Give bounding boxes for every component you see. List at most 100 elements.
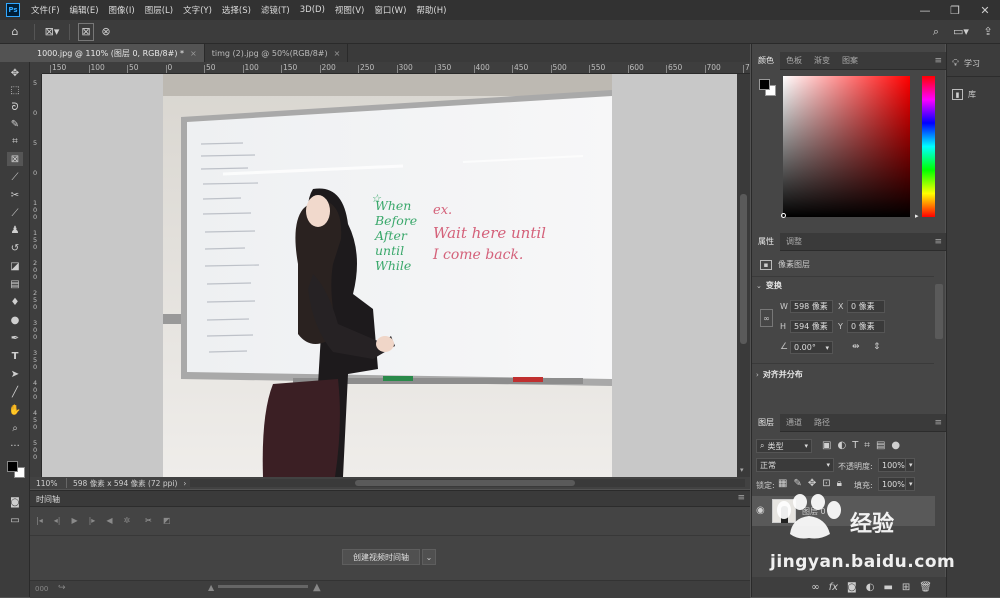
filter-type-icon[interactable]: T [852, 440, 858, 451]
zoom-in-mountain-icon[interactable]: ▲ [313, 582, 321, 593]
quick-mask-icon[interactable]: ◙ [7, 495, 23, 509]
menu-view[interactable]: 视图(V) [330, 4, 369, 16]
menu-file[interactable]: 文件(F) [26, 4, 65, 16]
layer-filter-dropdown[interactable]: ⌕ 类型 ▾ [756, 439, 812, 453]
crop-tool-icon[interactable]: ⌗ [7, 134, 23, 148]
zoom-tool-icon[interactable]: ⌕ [7, 421, 23, 435]
tab-paths[interactable]: 路径 [808, 414, 836, 432]
convert-arrow-icon[interactable]: ↪ [58, 583, 66, 593]
hue-slider[interactable] [922, 76, 935, 217]
maximize-button[interactable]: ❐ [940, 0, 970, 20]
height-field[interactable]: 594 像素 [790, 320, 833, 333]
gradient-tool-icon[interactable]: ▤ [7, 277, 23, 291]
lasso-tool-icon[interactable]: ᘐ [7, 100, 23, 114]
link-chain-icon[interactable]: ∞ [760, 309, 773, 327]
chevron-down-icon[interactable]: ▾ [905, 458, 915, 472]
filter-smart-object-icon[interactable]: ▤ [876, 440, 885, 451]
filter-toggle-icon[interactable]: ● [891, 440, 900, 451]
lock-position-icon[interactable]: ✥ [808, 478, 816, 489]
libraries-button[interactable]: ▮ 库 [952, 89, 976, 100]
filter-adjustment-icon[interactable]: ◐ [837, 440, 846, 451]
create-video-timeline-button[interactable]: 创建视频时间轴 [342, 549, 420, 565]
lock-artboard-icon[interactable]: ⊡ [822, 478, 830, 489]
filter-pixel-icon[interactable]: ▣ [822, 440, 831, 451]
menu-3d[interactable]: 3D(D) [295, 5, 330, 15]
workspace-icon[interactable]: ▭▾ [946, 23, 976, 41]
frame-tool-icon[interactable]: ⊠ [7, 152, 23, 166]
scroll-thumb[interactable] [740, 194, 747, 344]
canvas-area[interactable]: ☆ When Before After until While ex. Wait… [42, 74, 737, 477]
brush-tool-icon[interactable]: ⟋ [7, 206, 23, 220]
rect-frame-icon[interactable]: ⊠ [78, 22, 94, 41]
fill-field[interactable]: 100% [878, 477, 906, 491]
delete-trash-icon[interactable]: 🗑︎ [919, 582, 932, 593]
tab-patterns[interactable]: 图案 [836, 52, 864, 70]
quick-select-tool-icon[interactable]: ✎ [7, 117, 23, 131]
chevron-down-icon[interactable]: ⌄ [422, 549, 436, 565]
share-icon[interactable]: ⇪ [976, 23, 1000, 41]
blend-mode-dropdown[interactable]: 正常 ▾ [756, 458, 834, 472]
frame-tool-preset-icon[interactable]: ⊠▾ [39, 23, 65, 41]
opacity-field[interactable]: 100% [878, 458, 906, 472]
scroll-thumb[interactable] [355, 480, 575, 486]
blur-tool-icon[interactable]: ♦ [7, 295, 23, 309]
new-group-folder-icon[interactable]: ▬ [883, 582, 892, 593]
zoom-out-mountain-icon[interactable]: ▲ [208, 583, 214, 592]
document-image[interactable]: ☆ When Before After until While ex. Wait… [163, 74, 612, 477]
healing-brush-tool-icon[interactable]: ✂ [7, 188, 23, 202]
tab-gradients[interactable]: 渐变 [808, 52, 836, 70]
settings-gear-icon[interactable]: ✲ [123, 516, 130, 525]
hand-tool-icon[interactable]: ✋ [7, 403, 23, 417]
clone-stamp-tool-icon[interactable]: ♟ [7, 223, 23, 237]
home-icon[interactable]: ⌂ [0, 23, 30, 41]
layer-style-fx-icon[interactable]: fx [829, 582, 838, 593]
menu-edit[interactable]: 编辑(E) [65, 4, 104, 16]
history-brush-tool-icon[interactable]: ↺ [7, 241, 23, 255]
line-tool-icon[interactable]: ╱ [7, 385, 23, 399]
angle-field[interactable]: 0.00° ▾ [790, 341, 833, 354]
foreground-color-swatch[interactable] [759, 79, 770, 90]
flip-horizontal-icon[interactable]: ⇹ [852, 342, 860, 352]
vertical-scrollbar[interactable]: ▾ [737, 74, 750, 477]
width-field[interactable]: 598 像素 [790, 300, 833, 313]
learn-button[interactable]: 💡︎ 学习 [952, 58, 980, 69]
eyedropper-tool-icon[interactable]: ⟋ [7, 170, 23, 184]
color-panel-swatches[interactable] [758, 78, 778, 98]
zoom-level[interactable]: 110% [30, 479, 66, 488]
move-tool-icon[interactable]: ✥ [7, 66, 23, 80]
menu-help[interactable]: 帮助(H) [411, 4, 451, 16]
tab-channels[interactable]: 通道 [780, 414, 808, 432]
tab-color[interactable]: 颜色 [752, 51, 780, 70]
next-frame-icon[interactable]: |▸ [89, 516, 96, 525]
panel-menu-icon[interactable]: ≡ [934, 56, 942, 66]
tab-close-icon[interactable]: × [190, 49, 197, 58]
split-scissors-icon[interactable]: ✂ [145, 516, 152, 525]
tab-document-timg[interactable]: timg (2).jpg @ 50%(RGB/8#) × [205, 44, 349, 62]
prev-frame-icon[interactable]: ◂| [54, 516, 61, 525]
ellipse-frame-icon[interactable]: ⊗ [98, 23, 114, 41]
audio-icon[interactable]: ◀ [106, 516, 112, 525]
pen-tool-icon[interactable]: ✒ [7, 331, 23, 345]
new-layer-icon[interactable]: ⊞ [902, 582, 910, 593]
menu-filter[interactable]: 滤镜(T) [256, 4, 295, 16]
zoom-slider-track[interactable] [218, 585, 308, 588]
x-field[interactable]: 0 像素 [847, 300, 885, 313]
properties-scroll-thumb[interactable] [935, 284, 943, 339]
color-picker-handle[interactable] [781, 213, 786, 218]
dodge-tool-icon[interactable]: ● [7, 313, 23, 327]
marquee-tool-icon[interactable]: ⬚ [7, 83, 23, 97]
panel-menu-icon[interactable]: ≡ [737, 493, 745, 503]
path-selection-tool-icon[interactable]: ➤ [7, 367, 23, 381]
tab-swatches[interactable]: 色板 [780, 52, 808, 70]
transition-icon[interactable]: ◩ [163, 516, 171, 525]
horizontal-scrollbar[interactable] [190, 479, 745, 487]
status-menu-arrow-icon[interactable]: › [183, 479, 186, 488]
lock-transparency-icon[interactable]: ▦ [778, 478, 787, 489]
add-mask-icon[interactable]: ◙ [847, 582, 857, 593]
transform-section-header[interactable]: ⌄ 变换 [756, 280, 782, 291]
align-section-header[interactable]: › 对齐并分布 [756, 369, 803, 380]
eye-visibility-icon[interactable]: ◉ [756, 505, 765, 516]
chevron-down-icon[interactable]: ▾ [905, 477, 915, 491]
close-button[interactable]: ✕ [970, 0, 1000, 20]
eraser-tool-icon[interactable]: ◪ [7, 259, 23, 273]
